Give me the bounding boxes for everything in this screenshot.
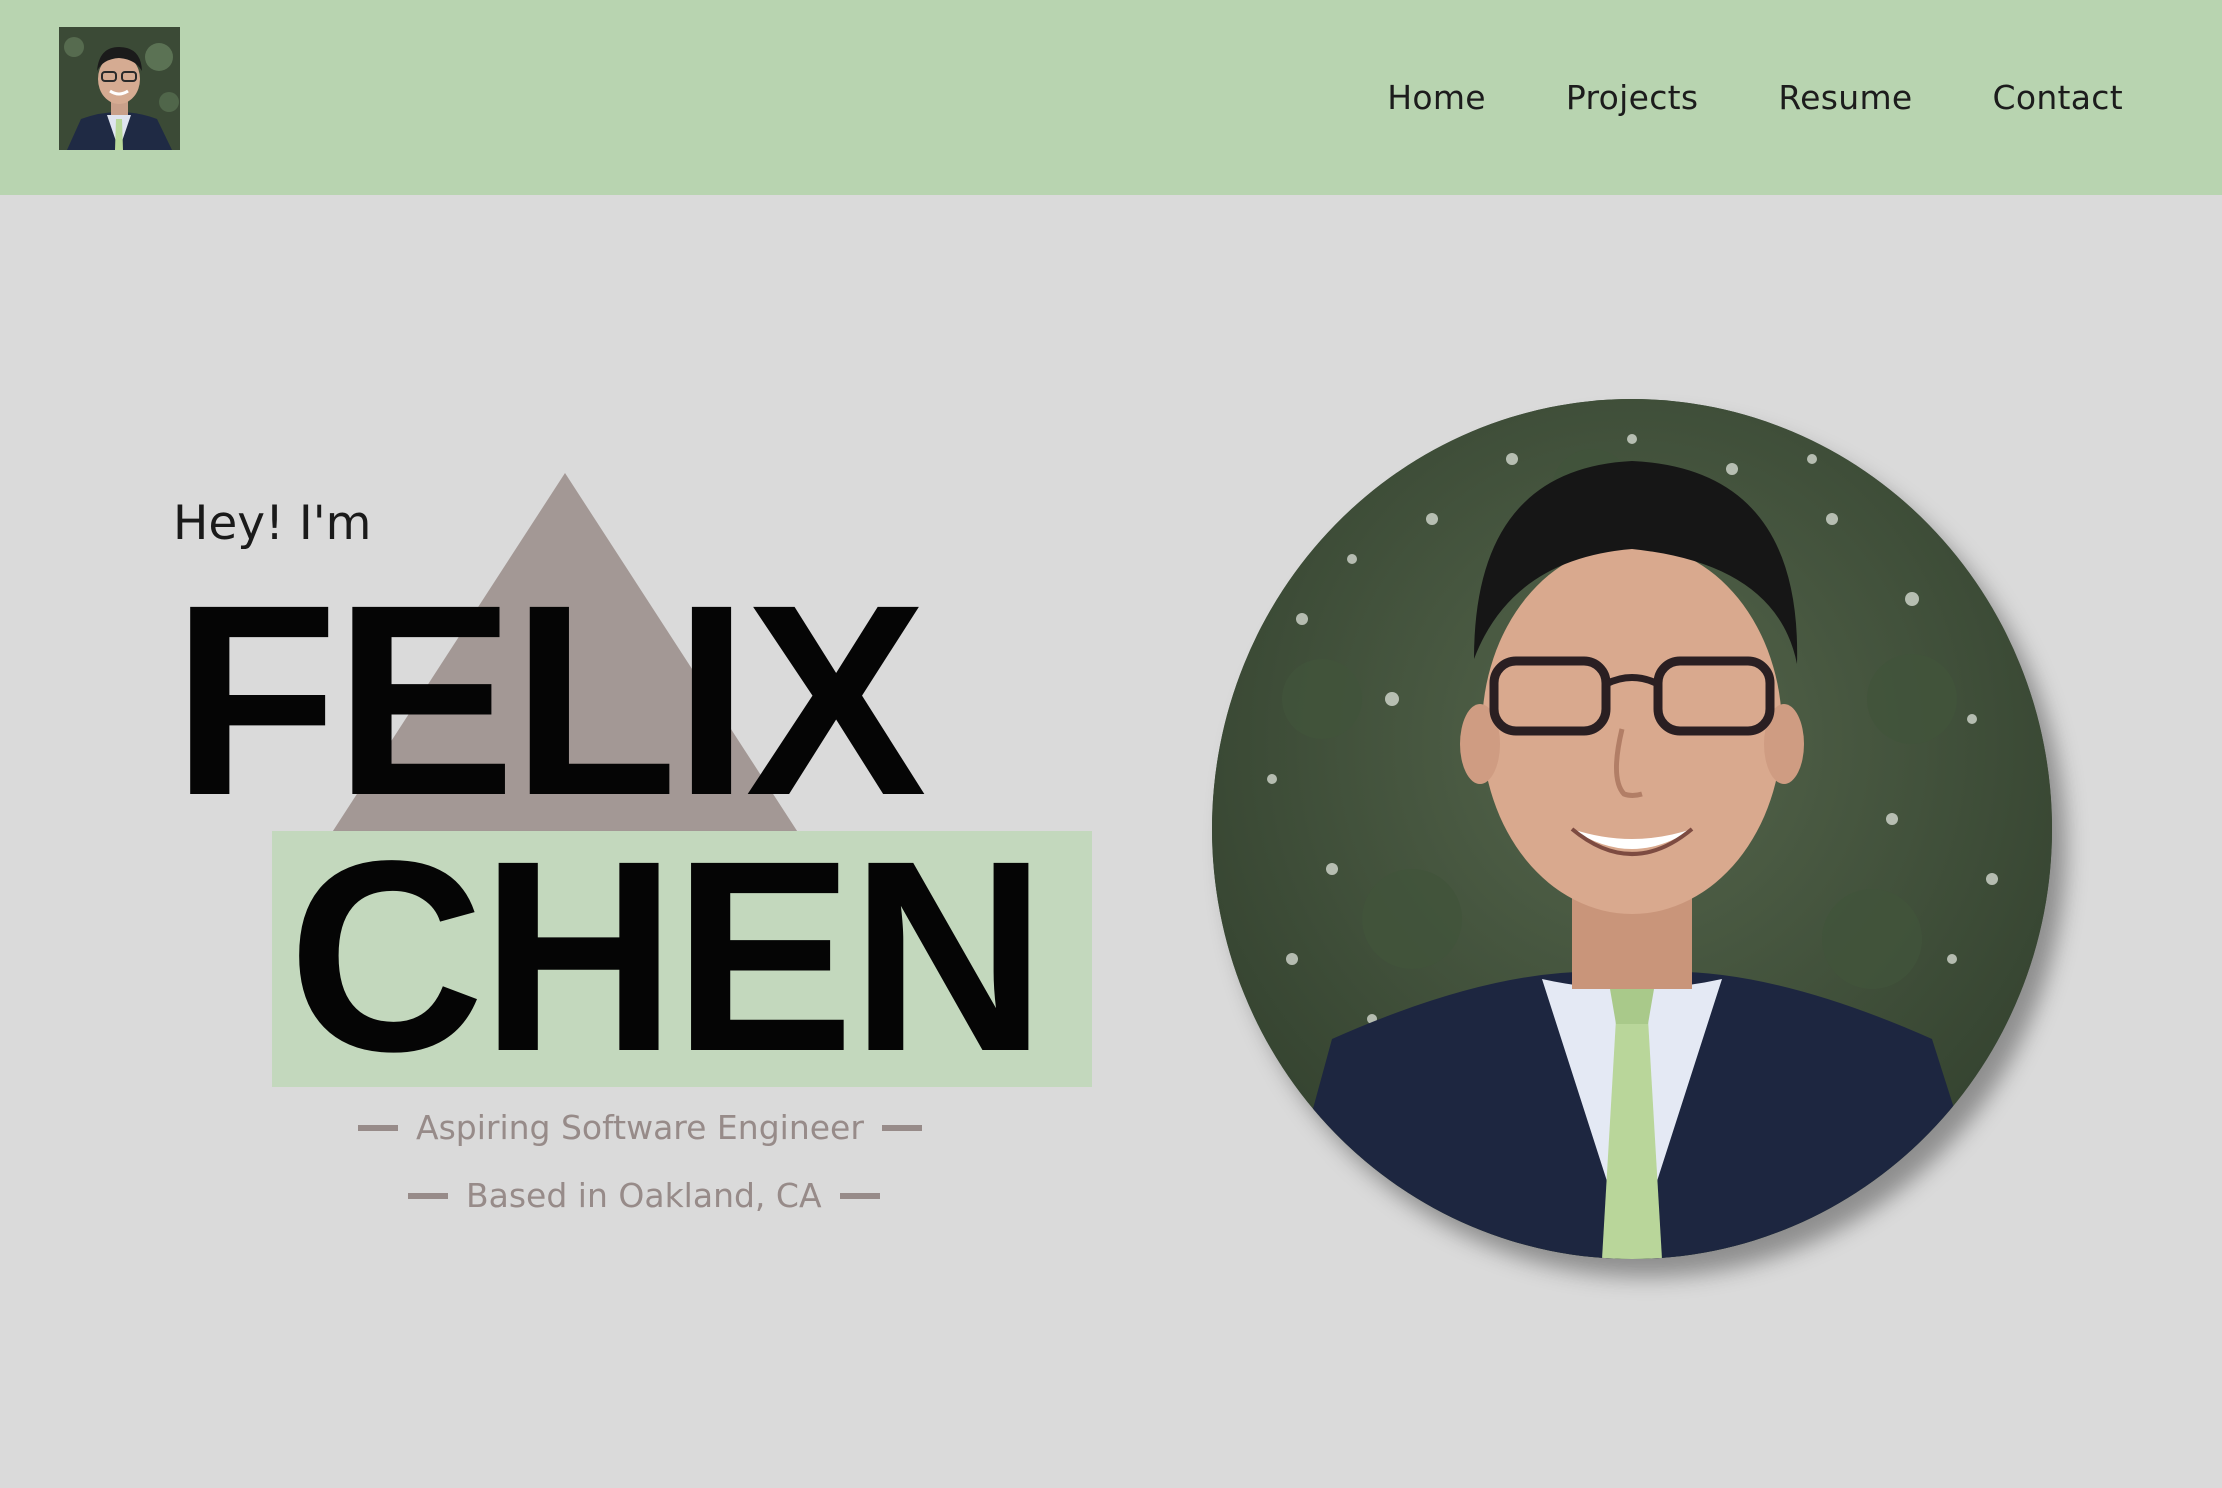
nav-link-resume[interactable]: Resume: [1778, 78, 1912, 117]
hero-last-name: CHEN: [288, 804, 1047, 1108]
nav-links: Home Projects Resume Contact: [1387, 0, 2123, 195]
hero-first-name: FELIX: [172, 548, 927, 852]
logo-avatar[interactable]: [59, 27, 180, 150]
tagline-role-text: Aspiring Software Engineer: [416, 1108, 864, 1147]
hero-greeting: Hey! I'm: [173, 496, 372, 551]
navbar: Home Projects Resume Contact: [0, 0, 2222, 195]
dash-right: [839, 1192, 880, 1199]
dash-left: [358, 1124, 398, 1131]
tagline-role: Aspiring Software Engineer: [358, 1108, 922, 1147]
dash-left: [408, 1192, 448, 1199]
tagline-location: Based in Oakland, CA: [408, 1176, 880, 1215]
nav-link-projects[interactable]: Projects: [1566, 78, 1699, 117]
avatar-portrait-thumbnail: [59, 27, 180, 150]
tagline-location-text: Based in Oakland, CA: [466, 1176, 822, 1215]
nav-link-home[interactable]: Home: [1387, 78, 1486, 117]
portrait-illustration: [1212, 399, 2052, 1259]
dash-right: [881, 1124, 922, 1131]
nav-link-contact[interactable]: Contact: [1993, 78, 2124, 117]
portrait-photo: [1212, 399, 2052, 1259]
